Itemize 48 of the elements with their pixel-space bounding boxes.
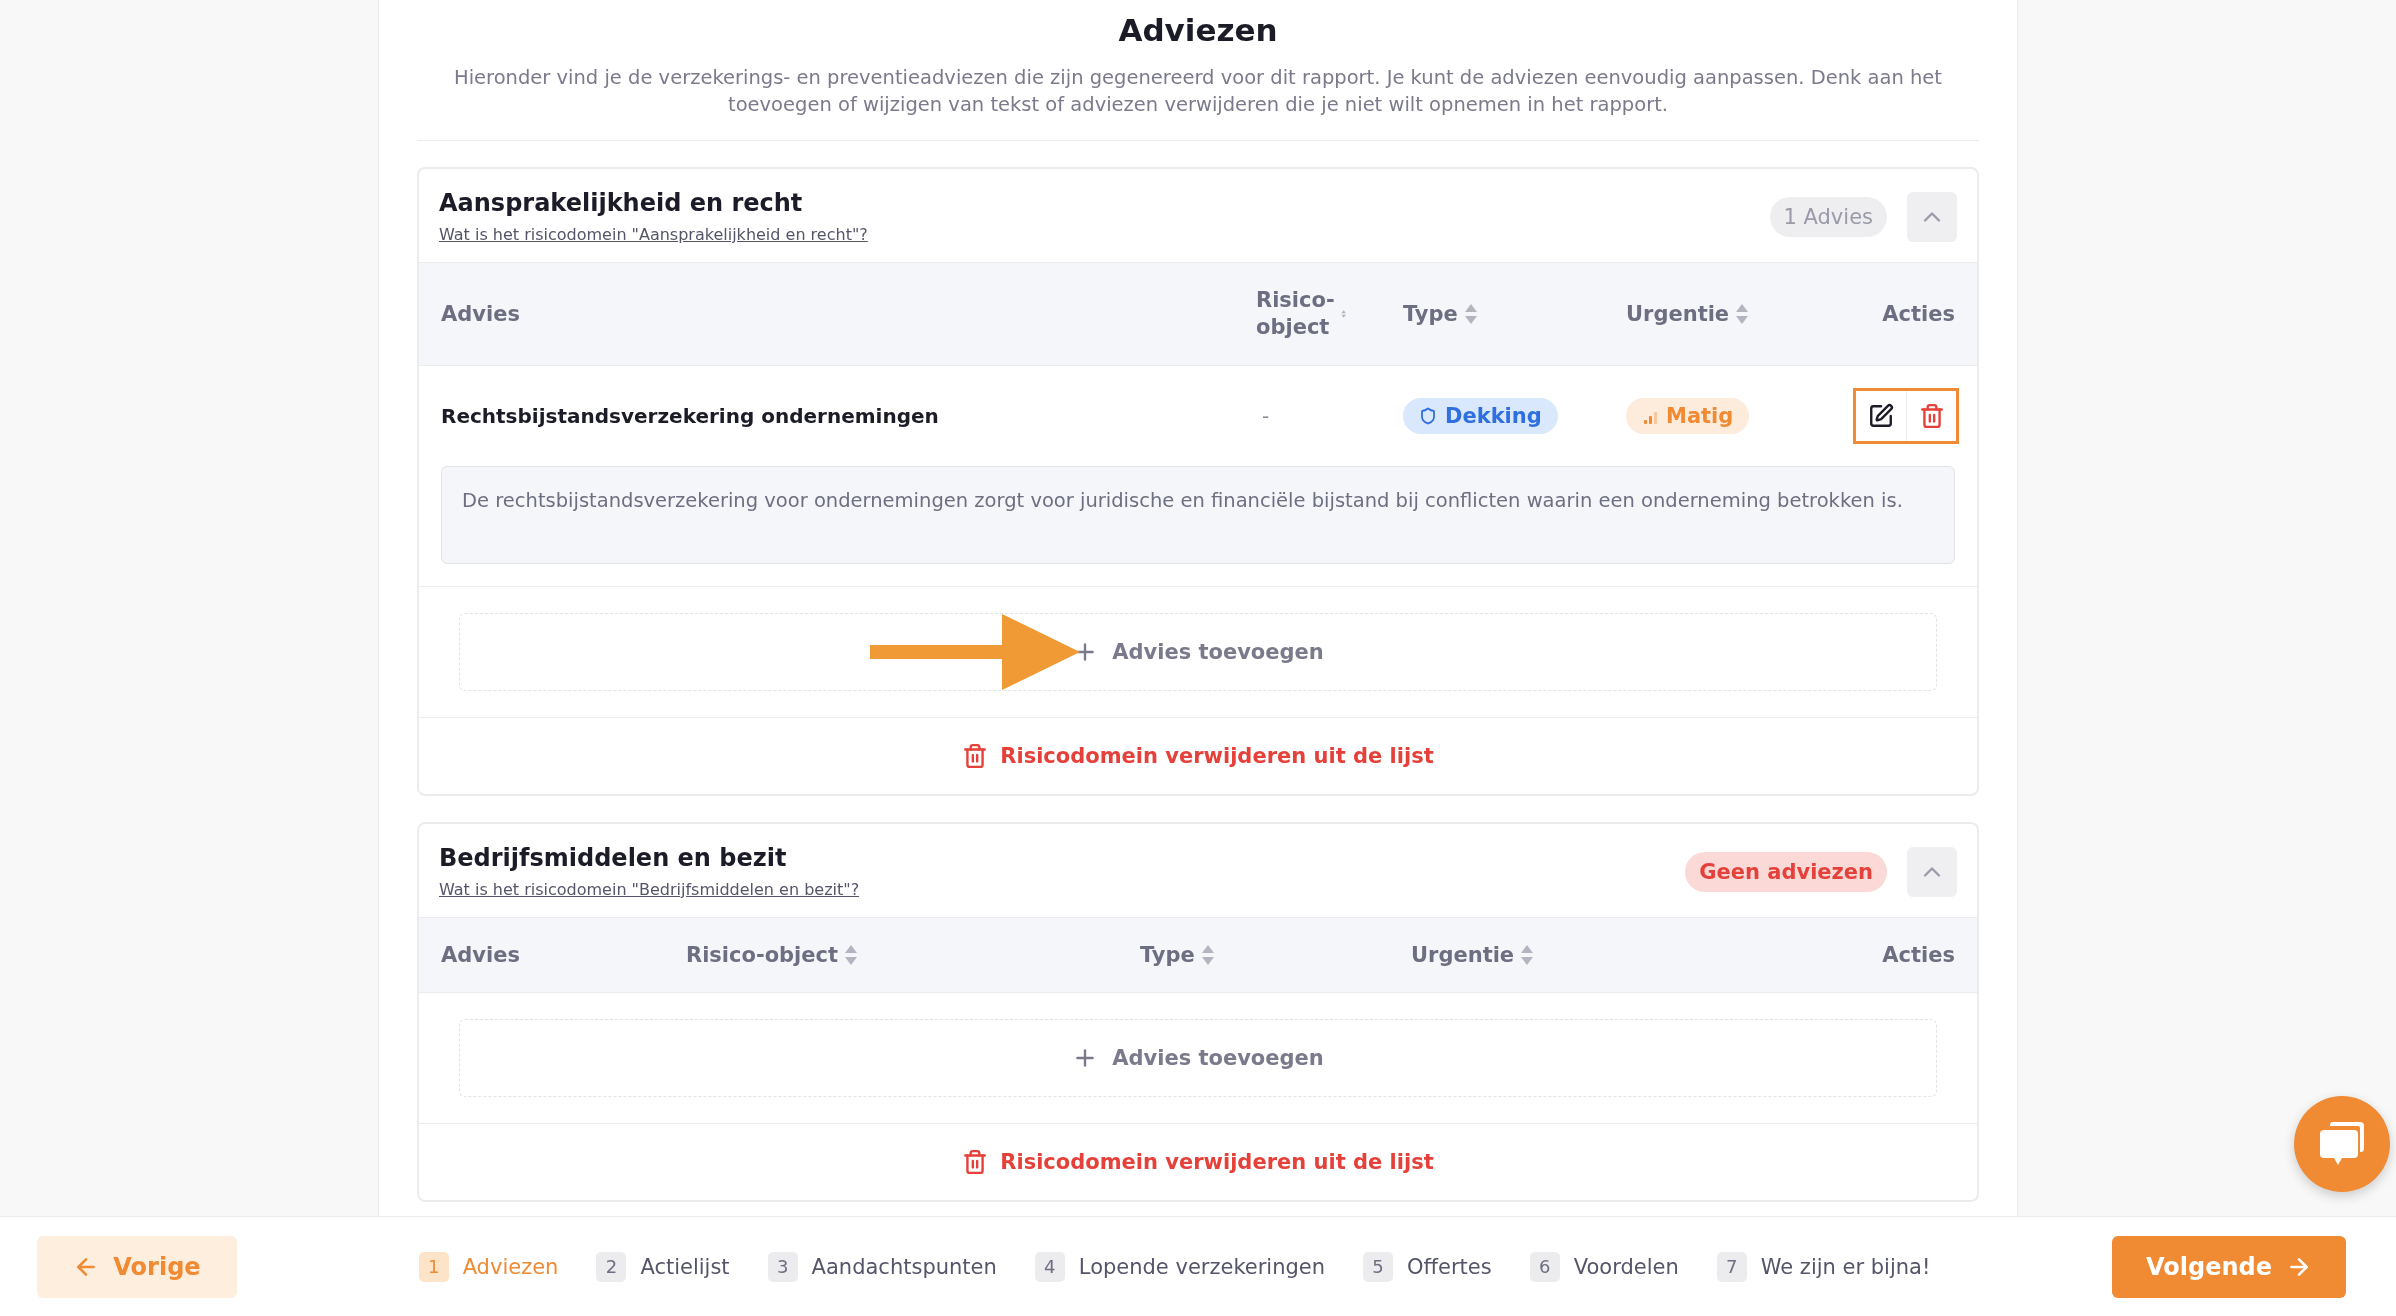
step-link[interactable]: 3 Aandachtspunten [767, 1251, 997, 1282]
column-header: Acties [1882, 941, 1955, 969]
add-advice-button[interactable]: Advies toevoegen [459, 1019, 1937, 1097]
column-header[interactable]: Type [1140, 941, 1215, 969]
column-header[interactable]: Urgentie [1626, 300, 1750, 328]
collapse-button[interactable] [1907, 846, 1957, 897]
risk-object-cell-text: - [1261, 404, 1271, 428]
sort-icon[interactable] [1520, 944, 1535, 966]
column-header[interactable]: Risico-object [1256, 287, 1346, 341]
advice-count-badge: Geen adviezen [1685, 851, 1887, 892]
step-link[interactable]: 7 We zijn er bijna! [1716, 1251, 1931, 1282]
step-link[interactable]: 2 Actielijst [596, 1251, 730, 1282]
sort-icon[interactable] [844, 944, 859, 966]
domain-info-link[interactable]: Wat is het risicodomein "Bedrijfsmiddelen en bezit"? [439, 880, 860, 899]
step-link[interactable]: 4 Lopende verzekeringen [1034, 1251, 1326, 1282]
column-header[interactable]: Type [1403, 300, 1478, 328]
add-advice-button[interactable]: Advies toevoegen [459, 613, 1937, 691]
trash-icon [962, 1149, 989, 1175]
column-header[interactable]: Urgentie [1411, 941, 1535, 969]
urgency-tag: Matig [1626, 398, 1750, 434]
page-title: Adviezen [1118, 11, 1278, 50]
chat-button[interactable] [2294, 1096, 2390, 1192]
domain-info-link[interactable]: Wat is het risicodomein "Aansprakelijkheid en recht"? [439, 225, 868, 244]
column-header: Advies [441, 300, 520, 328]
remove-domain-button[interactable]: Risicodomein verwijderen uit de lijst [956, 1148, 1440, 1176]
edit-icon [1868, 403, 1894, 429]
column-header[interactable]: Risico-object [686, 941, 859, 969]
domain-title: Bedrijfsmiddelen en bezit [439, 844, 788, 872]
sort-icon[interactable] [1735, 303, 1750, 325]
sort-icon[interactable] [1463, 303, 1478, 325]
step-link[interactable]: 5 Offertes [1363, 1251, 1492, 1282]
step-link[interactable]: 6 Voordelen [1529, 1251, 1679, 1282]
remove-domain-button[interactable]: Risicodomein verwijderen uit de lijst [956, 742, 1440, 770]
next-button[interactable]: Volgende [2112, 1235, 2346, 1298]
advice-name: Rechtsbijstandsverzekering ondernemingen [441, 404, 940, 428]
intro-text: Hieronder vind je de verzekerings- en preventieadviezen die zijn gegenereerd voor dit rapport. Je kunt de adviezen eenvoudig aanpassen. Denk aan het toevoegen of wijzigen van tekst of adviezen verwijderen die je niet wilt opnemen in het rapport. [453, 65, 1943, 118]
advice-count-badge: 1 Advies [1769, 196, 1887, 237]
collapse-button[interactable] [1907, 191, 1957, 242]
domain-title: Aansprakelijkheid en recht [439, 189, 804, 217]
shield-icon [1419, 407, 1437, 425]
step-link[interactable]: 1 Adviezen [418, 1251, 559, 1282]
column-header: Acties [1882, 300, 1955, 328]
trash-icon [962, 743, 989, 769]
sort-icon[interactable] [1200, 944, 1215, 966]
trash-icon [1918, 403, 1945, 429]
type-tag: Dekking [1403, 398, 1558, 434]
advice-description: De rechtsbijstandsverzekering voor ondernemingen zorgt voor juridische en financiële bijstand bij conflicten waarin een onderneming betrokken is. [441, 466, 1955, 564]
column-header: Advies [441, 941, 520, 969]
